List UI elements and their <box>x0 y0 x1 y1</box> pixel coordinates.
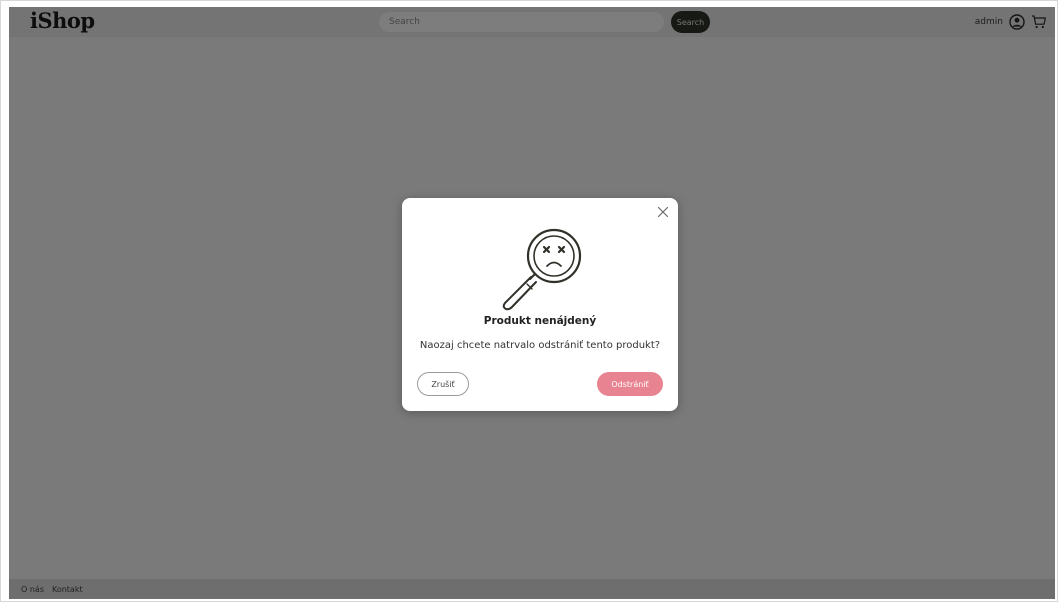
dialog-message: Naozaj chcete natrvalo odstrániť tento p… <box>419 340 661 351</box>
app-root: iShop Search admin <box>9 7 1055 599</box>
magnifier-sad-face-icon <box>494 222 590 312</box>
dialog-title: Produkt nenájdený <box>483 315 597 327</box>
close-button[interactable] <box>656 205 670 219</box>
browser-frame: iShop Search admin <box>0 0 1058 602</box>
cancel-button[interactable]: Zrušiť <box>417 372 469 396</box>
product-not-found-dialog: Produkt nenájdený Naozaj chcete natrvalo… <box>402 198 678 411</box>
close-icon <box>656 205 670 219</box>
delete-button[interactable]: Odstrániť <box>597 372 663 396</box>
